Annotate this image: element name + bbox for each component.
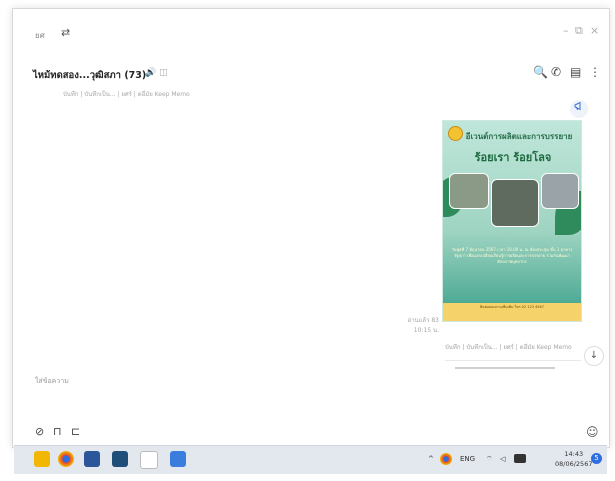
title-bar: ยศ ⇄ – ⧉ ×: [13, 9, 609, 49]
poster-title: อีเวนต์การผลิตและการบรรยาย: [465, 132, 573, 141]
announcement-icon[interactable]: [570, 100, 588, 118]
image-message[interactable]: อีเวนต์การผลิตและการบรรยาย ร้อยเรา ร้อยโ…: [442, 120, 582, 322]
photos-icon[interactable]: [170, 451, 186, 467]
poster-photo: [491, 179, 539, 227]
read-receipt: อ่านแล้ว 83: [407, 317, 439, 324]
chrome-tray-icon[interactable]: [440, 453, 452, 465]
clock-date: 08/06/2567: [555, 460, 593, 468]
poster-footer-text: ติดต่อสอบถามเพิ่มเติม โทร 02 123 4567: [480, 305, 544, 309]
megaphone-icon: [574, 101, 581, 111]
bookmark-icon[interactable]: ⊓: [53, 425, 62, 438]
taskbar: ^ ENG ⌔ ◁ 14:43 08/06/2567 5: [14, 445, 607, 474]
clock-time: 14:43: [564, 450, 584, 458]
poster-body: วันพุธที่ 7 มิถุนายน 2567 เวลา 10.00 น. …: [451, 247, 573, 264]
word-icon[interactable]: [84, 451, 100, 467]
message-notes-bar[interactable]: บันทึก | บันทึกเป็น... | ยศร์ | ดอึ่มัย …: [445, 342, 572, 352]
arrow-down-icon: ↓: [589, 350, 599, 361]
app-icon[interactable]: [112, 451, 128, 467]
battery-icon[interactable]: [514, 454, 526, 463]
file-explorer-icon[interactable]: [34, 451, 50, 467]
volume-icon[interactable]: ◁: [500, 455, 505, 463]
emoji-icon[interactable]: ☺: [586, 425, 599, 439]
chat-notes-bar[interactable]: บันทึก | บันทึกเป็น... | ยศร์ | ดอึ่มัย …: [63, 89, 190, 99]
wifi-icon[interactable]: ⌔: [486, 455, 493, 464]
app-name: ยศ: [35, 31, 45, 40]
poster-photo: [449, 173, 489, 209]
mute-icon[interactable]: 🔊 ◫: [145, 68, 168, 78]
logo-icon: [448, 126, 463, 141]
tray-expand-icon[interactable]: ^: [428, 455, 434, 463]
chat-window: ยศ ⇄ – ⧉ × ไหม้ทดสอง...วุฒิสภา (73) 🔊 ◫ …: [12, 8, 610, 448]
scroll-down-button[interactable]: ↓: [584, 346, 604, 366]
call-icon[interactable]: ✆: [551, 65, 561, 79]
notification-badge[interactable]: 5: [591, 453, 602, 464]
poster-subtitle: ร้อยเรา ร้อยโลจ: [474, 151, 552, 164]
chat-title[interactable]: ไหม้ทดสอง...วุฒิสภา (73): [33, 68, 146, 83]
clock[interactable]: 14:43 08/06/2567: [555, 449, 592, 469]
crop-icon[interactable]: ⊏: [71, 425, 80, 438]
notes-icon[interactable]: ▤: [570, 65, 581, 79]
settings-icon[interactable]: ⇄: [61, 26, 70, 39]
search-icon[interactable]: 🔍: [533, 65, 548, 79]
poster-photo: [541, 173, 579, 209]
minimize-button[interactable]: –: [563, 24, 569, 37]
message-time: 10:15 น.: [413, 327, 439, 334]
attach-icon[interactable]: ⊘: [35, 425, 44, 438]
restore-button[interactable]: ⧉: [575, 24, 583, 38]
chrome-icon[interactable]: [58, 451, 74, 467]
close-button[interactable]: ×: [590, 24, 599, 37]
attachment-preview[interactable]: [445, 360, 581, 375]
message-input[interactable]: ใส่ข้อความ: [35, 376, 69, 387]
message-meta: อ่านแล้ว 83 10:15 น.: [405, 316, 439, 336]
more-icon[interactable]: ⋮: [589, 65, 601, 79]
document-icon[interactable]: [140, 451, 158, 469]
language-indicator[interactable]: ENG: [460, 455, 475, 463]
